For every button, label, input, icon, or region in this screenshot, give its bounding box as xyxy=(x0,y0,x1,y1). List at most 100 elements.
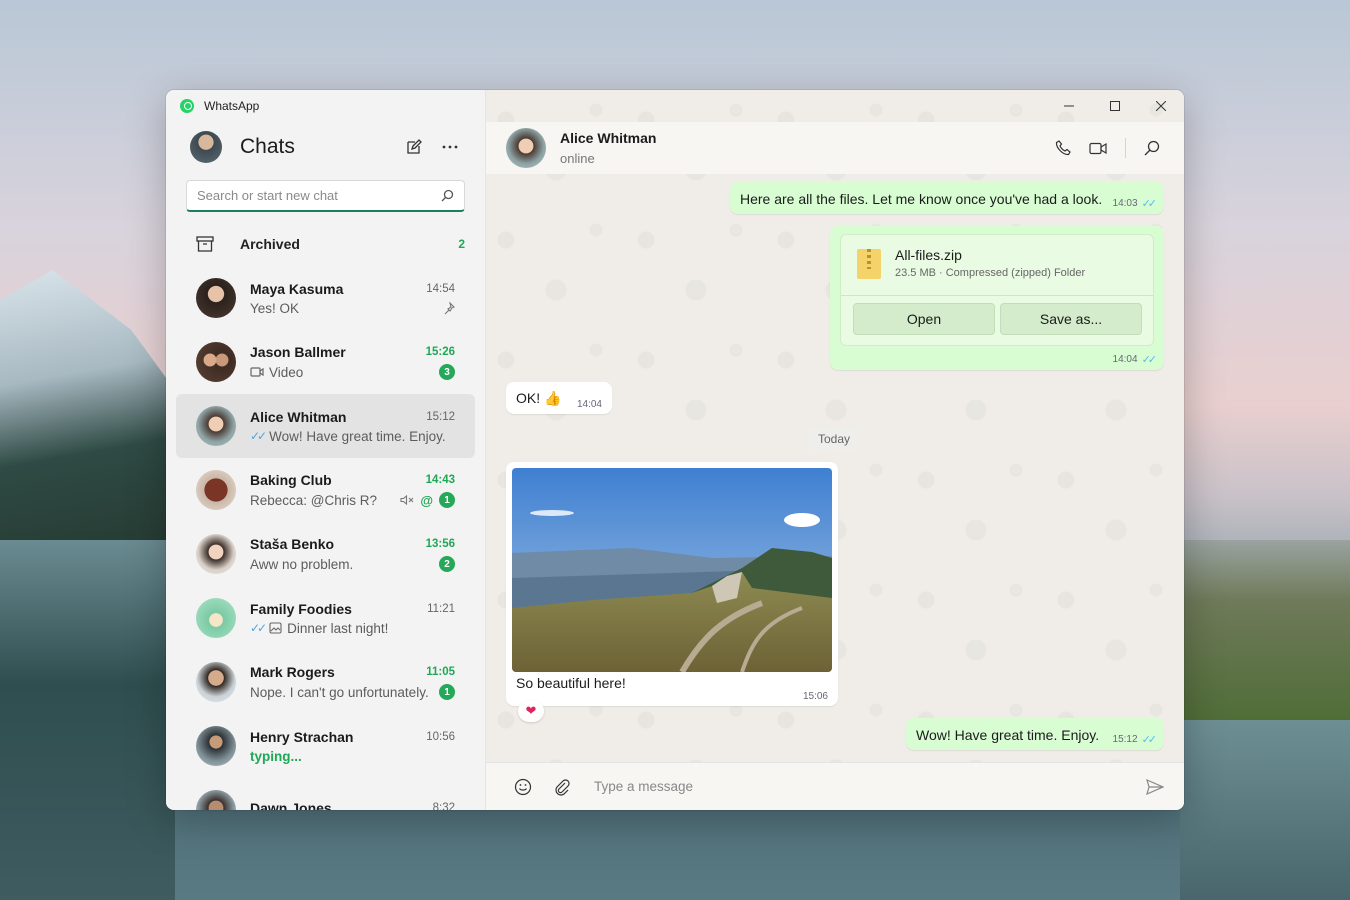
chat-item-jason-ballmer[interactable]: Jason Ballmer 15:26 Video 3 xyxy=(176,330,475,394)
close-icon xyxy=(1156,101,1166,111)
chat-item-family-foodies[interactable]: Family Foodies 11:21 ✓✓ Dinner last night… xyxy=(176,586,475,650)
maximize-button[interactable] xyxy=(1092,90,1138,122)
file-card[interactable]: All-files.zip 23.5 MB · Compressed (zipp… xyxy=(840,234,1154,346)
search-input[interactable] xyxy=(197,188,441,203)
chat-preview: Yes! OK xyxy=(250,300,300,316)
message-time: 14:04 xyxy=(576,399,602,410)
unread-badge: 3 xyxy=(439,364,455,380)
phone-icon[interactable] xyxy=(1055,140,1071,156)
chat-time: 11:21 xyxy=(427,602,455,615)
ellipsis-icon xyxy=(442,145,458,149)
message-outgoing[interactable]: Wow! Have great time. Enjoy. 15:12 ✓✓ xyxy=(906,718,1164,750)
chat-preview: ✓✓ Wow! Have great time. Enjoy. xyxy=(250,429,446,444)
chat-item-henry-strachan[interactable]: Henry Strachan 10:56 typing... xyxy=(176,714,475,778)
emoji-icon[interactable] xyxy=(514,778,532,796)
message-input[interactable] xyxy=(594,779,1146,794)
heart-reaction-icon[interactable]: ❤ xyxy=(518,700,544,722)
message-time: 15:12 xyxy=(1112,734,1138,745)
chat-item-alice-whitman[interactable]: Alice Whitman 15:12 ✓✓ Wow! Have great tim… xyxy=(176,394,475,458)
contact-avatar[interactable] xyxy=(506,128,546,168)
wallpaper-water xyxy=(1180,720,1350,900)
unread-badge: 1 xyxy=(439,684,455,700)
more-options-button[interactable] xyxy=(435,132,465,162)
read-receipt-icon: ✓✓ xyxy=(1141,734,1158,746)
search-messages-icon[interactable] xyxy=(1144,140,1160,156)
unread-badge: 1 xyxy=(439,492,455,508)
zip-file-icon xyxy=(857,249,881,279)
message-incoming[interactable]: OK! 👍 14:04 xyxy=(506,382,612,414)
conversation-pane: Alice Whitman online Here are all the fi… xyxy=(486,90,1184,810)
landscape-photo xyxy=(512,468,832,672)
chats-title: Chats xyxy=(240,135,295,158)
compose-icon xyxy=(407,139,422,154)
wallpaper-hills xyxy=(1180,540,1350,740)
chat-preview: Video xyxy=(250,365,303,380)
unread-badge: 2 xyxy=(439,556,455,572)
avatar xyxy=(196,790,236,810)
wallpaper-mountain xyxy=(0,270,175,570)
attach-icon[interactable] xyxy=(554,778,570,796)
message-outgoing[interactable]: Here are all the files. Let me know once… xyxy=(730,182,1164,214)
save-as-button[interactable]: Save as... xyxy=(1000,303,1142,335)
search-icon[interactable] xyxy=(441,189,454,202)
avatar xyxy=(196,662,236,702)
contact-status: online xyxy=(560,151,595,166)
chat-item-mark-rogers[interactable]: Mark Rogers 11:05 Nope. I can't go unfort… xyxy=(176,650,475,714)
chat-item-baking-club[interactable]: Baking Club 14:43 Rebecca: @Chris R? @ 1 xyxy=(176,458,475,522)
message-time: 14:03 xyxy=(1112,198,1138,209)
divider xyxy=(841,295,1153,296)
whatsapp-window: WhatsApp Chats Archived 2 xyxy=(166,90,1184,810)
video-call-icon[interactable] xyxy=(1089,142,1107,155)
archive-icon xyxy=(196,236,214,252)
wallpaper-lake xyxy=(0,540,175,900)
avatar xyxy=(196,534,236,574)
message-text: Wow! Have great time. Enjoy. xyxy=(916,727,1100,743)
file-name: All-files.zip xyxy=(895,247,962,263)
chat-item-dawn-jones[interactable]: Dawn Jones 8:32 xyxy=(176,778,475,810)
chat-name: Baking Club xyxy=(250,472,332,488)
message-time: 14:04 xyxy=(1112,354,1138,365)
open-file-button[interactable]: Open xyxy=(853,303,995,335)
divider xyxy=(1125,138,1126,158)
chat-name: Staša Benko xyxy=(250,536,335,552)
chat-preview-text: Wow! Have great time. Enjoy. xyxy=(269,428,446,444)
chat-name: Dawn Jones xyxy=(250,800,332,810)
chat-time: 14:54 xyxy=(426,282,455,295)
message-file: All-files.zip 23.5 MB · Compressed (zipp… xyxy=(830,226,1164,370)
archived-count: 2 xyxy=(458,237,465,251)
read-receipt-icon: ✓✓ xyxy=(250,621,267,635)
message-photo[interactable]: So beautiful here! 15:06 xyxy=(506,462,838,706)
shared-photo[interactable] xyxy=(512,468,832,672)
contact-name[interactable]: Alice Whitman xyxy=(560,130,656,146)
message-composer xyxy=(486,762,1184,810)
avatar xyxy=(196,726,236,766)
profile-avatar[interactable] xyxy=(190,131,222,163)
new-chat-button[interactable] xyxy=(399,132,429,162)
message-meta: 14:03 ✓✓ xyxy=(1112,197,1158,210)
close-button[interactable] xyxy=(1138,90,1184,122)
chat-preview-text: Dinner last night! xyxy=(287,620,389,636)
message-meta: 14:04 ✓✓ xyxy=(1112,353,1158,366)
message-text: OK! 👍 xyxy=(516,390,562,406)
chat-time: 11:05 xyxy=(426,666,455,678)
conversation-header: Alice Whitman online xyxy=(486,122,1184,174)
chat-item-maya-kasuma[interactable]: Maya Kasuma 14:54 Yes! OK xyxy=(176,266,475,330)
message-text: Here are all the files. Let me know once… xyxy=(740,191,1103,207)
photo-icon xyxy=(269,622,282,634)
chat-preview: Rebecca: @Chris R? xyxy=(250,492,377,508)
date-separator: Today xyxy=(808,428,861,450)
app-title: WhatsApp xyxy=(204,99,260,113)
minimize-button[interactable] xyxy=(1046,90,1092,122)
search-box xyxy=(186,180,465,212)
chat-time: 10:56 xyxy=(426,730,455,743)
chat-item-stasa-benko[interactable]: Staša Benko 13:56 Aww no problem. 2 xyxy=(176,522,475,586)
chat-preview: Aww no problem. xyxy=(250,556,354,572)
read-receipt-icon: ✓✓ xyxy=(1141,198,1158,210)
message-meta: 15:12 ✓✓ xyxy=(1112,733,1158,746)
maximize-icon xyxy=(1110,101,1120,111)
send-icon[interactable] xyxy=(1146,778,1164,795)
chat-name: Maya Kasuma xyxy=(250,280,344,297)
sidebar-header: Chats xyxy=(166,122,485,172)
chat-list: Maya Kasuma 14:54 Yes! OK Jason Ballmer 15… xyxy=(166,266,485,810)
archived-row[interactable]: Archived 2 xyxy=(166,220,485,268)
